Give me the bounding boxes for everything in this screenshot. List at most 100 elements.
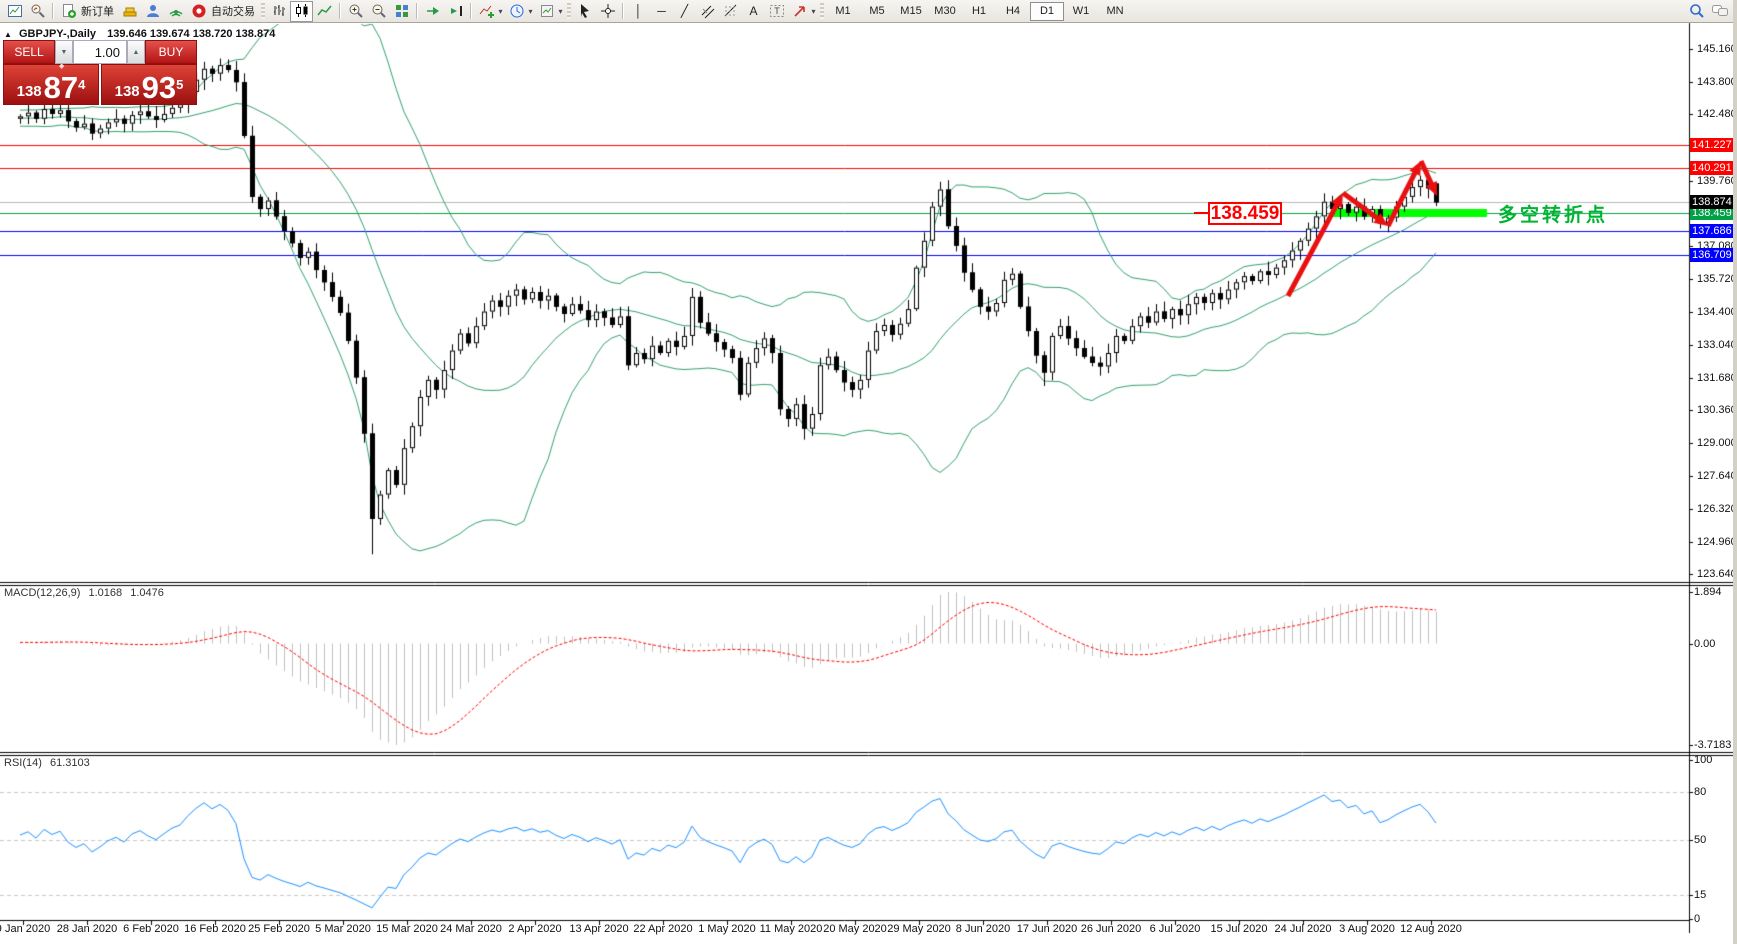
chart-window-icon[interactable] (3, 1, 26, 22)
date-axis-label: 5 Mar 2020 (315, 923, 371, 935)
symbol-title: ▲ GBPJPY-,Daily 139.646 139.674 138.720 … (4, 28, 275, 40)
date-axis-label: 16 Feb 2020 (184, 923, 246, 935)
chart-shift-icon[interactable] (444, 1, 467, 22)
timeframe-button-D1[interactable]: D1 (1030, 2, 1064, 21)
date-axis-label: 25 Feb 2020 (248, 923, 310, 935)
periods-icon[interactable] (505, 1, 528, 22)
price-axis-tick: 145.160 (1697, 43, 1737, 55)
line-chart-style-icon[interactable] (313, 1, 336, 22)
date-axis-label: 2 Apr 2020 (508, 923, 561, 935)
rsi-scale-label: 0 (1694, 913, 1700, 925)
search-icon[interactable] (1685, 1, 1708, 22)
shapes-tool-icon[interactable] (788, 1, 811, 22)
macd-scale-label: -3.7183 (1694, 739, 1731, 751)
sell-price-sup: 4 (78, 77, 85, 92)
new-order-label[interactable]: 新订单 (81, 3, 114, 19)
timeframe-button-M1[interactable]: M1 (826, 2, 860, 21)
template-dropdown-icon[interactable]: ▾ (556, 7, 565, 16)
shapes-dropdown-icon[interactable]: ▾ (809, 7, 818, 16)
chart-canvas[interactable] (0, 0, 1737, 944)
zoom-out-icon[interactable] (367, 1, 390, 22)
buy-price-mid: 93 (142, 74, 176, 102)
symbol-ohlc: 139.646 139.674 138.720 138.874 (107, 28, 275, 40)
macd-value: 1.0168 (88, 587, 122, 599)
community-icon[interactable] (141, 1, 164, 22)
timeframe-buttons: M1M5M15M30H1H4D1W1MN (826, 2, 1132, 21)
horizontal-line-tool-icon[interactable]: ─ (650, 1, 673, 22)
fibonacci-tool-icon[interactable] (719, 1, 742, 22)
toolbar: 新订单 自动交易 ▾ ▾ ▾ │ ─ ╱ A T ▾ (0, 0, 1737, 23)
auto-scroll-icon[interactable] (421, 1, 444, 22)
rsi-scale-label: 100 (1694, 754, 1712, 766)
tick-chart-icon[interactable] (26, 1, 49, 22)
date-axis-label: 24 Mar 2020 (440, 923, 502, 935)
timeframe-button-M5[interactable]: M5 (860, 2, 894, 21)
timeframe-button-M15[interactable]: M15 (894, 2, 928, 21)
macd-indicator-label: MACD(12,26,9) 1.0168 1.0476 (4, 587, 169, 599)
timeframe-button-W1[interactable]: W1 (1064, 2, 1098, 21)
date-axis-label: 9 Jan 2020 (0, 923, 50, 935)
date-axis-label: 26 Jun 2020 (1081, 923, 1142, 935)
crosshair-icon[interactable] (596, 1, 619, 22)
price-axis-tick: 130.360 (1697, 404, 1737, 416)
buy-price[interactable]: 138 93 5 (101, 64, 197, 105)
price-axis-tick: 131.680 (1697, 372, 1737, 384)
periods-dropdown-icon[interactable]: ▾ (526, 7, 535, 16)
indicators-dropdown-icon[interactable]: ▾ (496, 7, 505, 16)
volume-up-button[interactable]: ▲ (127, 40, 145, 64)
trend-note-text: 多空转折点 (1498, 200, 1608, 227)
timeframe-button-H4[interactable]: H4 (996, 2, 1030, 21)
date-axis-label: 28 Jan 2020 (57, 923, 118, 935)
bar-chart-style-icon[interactable] (267, 1, 290, 22)
tile-windows-icon[interactable] (390, 1, 413, 22)
window-right-border (1733, 0, 1737, 944)
volume-input[interactable]: 1.00 (73, 40, 127, 64)
date-axis-label: 24 Jul 2020 (1275, 923, 1332, 935)
macd-scale-label: 1.894 (1694, 586, 1722, 598)
zoom-in-icon[interactable] (344, 1, 367, 22)
price-level-flag: 136.709 (1690, 248, 1735, 262)
price-axis-tick: 142.480 (1697, 108, 1737, 120)
price-axis-tick: 133.040 (1697, 339, 1737, 351)
timeframe-button-MN[interactable]: MN (1098, 2, 1132, 21)
timeframe-button-H1[interactable]: H1 (962, 2, 996, 21)
date-axis-label: 6 Jul 2020 (1150, 923, 1201, 935)
trendline-tool-icon[interactable]: ╱ (673, 1, 696, 22)
sell-price-big: 138 (17, 83, 42, 102)
new-order-icon[interactable] (57, 1, 80, 22)
vertical-line-tool-icon[interactable]: │ (627, 1, 650, 22)
channel-tool-icon[interactable] (696, 1, 719, 22)
date-axis-label: 12 Aug 2020 (1400, 923, 1462, 935)
auto-trading-label[interactable]: 自动交易 (211, 3, 255, 19)
chat-icon[interactable] (1708, 1, 1731, 22)
template-icon[interactable] (535, 1, 558, 22)
svg-text:T: T (774, 6, 780, 16)
buy-price-sup: 5 (176, 77, 183, 92)
price-level-flag: 140.291 (1690, 161, 1735, 175)
one-click-trading-panel: SELL ▼ 1.00 ▲ BUY ◆ 138 87 4 138 93 5 (3, 40, 197, 105)
buy-button[interactable]: BUY (145, 40, 197, 64)
date-axis-label: 1 May 2020 (698, 923, 755, 935)
date-axis-label: 8 Jun 2020 (956, 923, 1010, 935)
auto-trading-icon[interactable] (187, 1, 210, 22)
rsi-scale-label: 80 (1694, 786, 1706, 798)
candlestick-style-icon[interactable] (290, 1, 313, 22)
price-axis-tick: 134.400 (1697, 306, 1737, 318)
timeframe-button-M30[interactable]: M30 (928, 2, 962, 21)
text-tool-icon[interactable]: A (742, 1, 765, 22)
collapse-panel-icon[interactable]: ▲ (4, 30, 12, 39)
cursor-icon[interactable] (573, 1, 596, 22)
text-label-tool-icon[interactable]: T (765, 1, 788, 22)
indicators-icon[interactable] (475, 1, 498, 22)
price-axis-tick: 139.760 (1697, 175, 1737, 187)
volume-down-button[interactable]: ▼ (55, 40, 73, 64)
macd-scale-label: 0.00 (1694, 638, 1715, 650)
panel-settings-icon[interactable]: ◆ (59, 62, 64, 70)
gold-icon[interactable] (118, 1, 141, 22)
date-axis-label: 3 Aug 2020 (1339, 923, 1395, 935)
signal-icon[interactable] (164, 1, 187, 22)
sell-price[interactable]: ◆ 138 87 4 (3, 64, 99, 105)
date-axis-label: 20 May 2020 (823, 923, 887, 935)
sell-button[interactable]: SELL (3, 40, 55, 64)
macd-name: MACD(12,26,9) (4, 587, 80, 599)
